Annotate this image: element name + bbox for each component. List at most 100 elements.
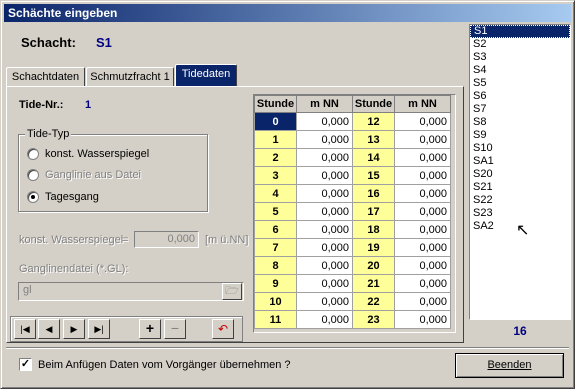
value-cell[interactable]: 0,000 [296, 274, 353, 293]
value-cell[interactable]: 0,000 [394, 148, 451, 167]
hour-cell[interactable]: 7 [254, 238, 297, 257]
value-cell[interactable]: 0,000 [296, 184, 353, 203]
hour-cell[interactable]: 18 [352, 220, 395, 239]
next-record-icon[interactable]: ▶ [63, 319, 85, 339]
hour-cell[interactable]: 5 [254, 202, 297, 221]
last-record-icon[interactable]: ▶| [88, 319, 110, 339]
hour-cell[interactable]: 23 [352, 310, 395, 329]
tab-schachtdaten[interactable]: Schachtdaten [6, 67, 85, 87]
tide-nr-label: Tide-Nr.: [19, 99, 64, 111]
hour-cell[interactable]: 20 [352, 256, 395, 275]
copy-previous-label: Beim Anfügen Daten vom Vorgänger überneh… [38, 359, 291, 371]
hour-cell[interactable]: 1 [254, 130, 297, 149]
radio-button-checked-icon [27, 191, 39, 204]
table-row: 9 0,000 21 0,000 [254, 274, 451, 293]
list-item[interactable]: S20 [470, 168, 570, 181]
list-item[interactable]: S7 [470, 103, 570, 116]
value-cell[interactable]: 0,000 [296, 130, 353, 149]
list-item[interactable]: S1 [470, 25, 570, 38]
hour-cell[interactable]: 13 [352, 130, 395, 149]
value-cell[interactable]: 0,000 [394, 130, 451, 149]
value-cell[interactable]: 0,000 [296, 256, 353, 275]
value-cell[interactable]: 0,000 [394, 184, 451, 203]
value-cell[interactable]: 0,000 [394, 274, 451, 293]
table-row: 7 0,000 19 0,000 [254, 238, 451, 257]
hour-cell[interactable]: 0 [254, 112, 297, 131]
copy-previous-checkbox[interactable]: ✓ [19, 358, 32, 371]
hour-cell[interactable]: 11 [254, 310, 297, 329]
first-record-icon[interactable]: |◀ [14, 319, 36, 339]
list-item[interactable]: S5 [470, 77, 570, 90]
add-icon[interactable]: + [139, 319, 161, 339]
value-cell[interactable]: 0,000 [296, 238, 353, 257]
radio-label: Ganglinie aus Datei [45, 169, 142, 181]
ganglinendatei-input[interactable]: gl [18, 282, 244, 301]
list-item[interactable]: S4 [470, 64, 570, 77]
hour-cell[interactable]: 17 [352, 202, 395, 221]
mouse-pointer-icon: ↖ [516, 222, 530, 239]
value-cell[interactable]: 0,000 [394, 112, 451, 131]
tide-grid: Stunde m NN Stunde m NN 0 0,000 12 0,000 1 0,… [254, 95, 451, 329]
value-cell[interactable]: 0,000 [296, 292, 353, 311]
radio-konst-wasserspiegel[interactable]: konst. Wasserspiegel [27, 148, 149, 162]
konst-equals: = [122, 234, 129, 246]
hour-cell[interactable]: 6 [254, 220, 297, 239]
undo-icon[interactable]: ↶ [212, 319, 234, 339]
hour-cell[interactable]: 9 [254, 274, 297, 293]
hour-cell[interactable]: 8 [254, 256, 297, 275]
list-item[interactable]: S22 [470, 194, 570, 207]
konst-wasserspiegel-input[interactable]: 0,000 [134, 231, 199, 248]
value-cell[interactable]: 0,000 [296, 148, 353, 167]
hour-cell[interactable]: 22 [352, 292, 395, 311]
prev-record-icon[interactable]: ◀ [38, 319, 60, 339]
value-cell[interactable]: 0,000 [394, 220, 451, 239]
list-item[interactable]: S6 [470, 90, 570, 103]
value-cell[interactable]: 0,000 [394, 256, 451, 275]
value-cell[interactable]: 0,000 [394, 292, 451, 311]
tab-schmutzfracht[interactable]: Schmutzfracht 1 [86, 67, 174, 87]
radio-ganglinie-datei[interactable]: Ganglinie aus Datei [27, 169, 141, 183]
list-item[interactable]: S3 [470, 51, 570, 64]
hour-cell[interactable]: 15 [352, 166, 395, 185]
hour-cell[interactable]: 19 [352, 238, 395, 257]
value-cell[interactable]: 0,000 [394, 166, 451, 185]
hour-cell[interactable]: 2 [254, 148, 297, 167]
list-item[interactable]: S9 [470, 129, 570, 142]
value-cell[interactable]: 0,000 [296, 220, 353, 239]
tide-type-title: Tide-Typ [25, 128, 72, 140]
list-item[interactable]: SA1 [470, 155, 570, 168]
list-item[interactable]: S8 [470, 116, 570, 129]
value-cell[interactable]: 0,000 [394, 310, 451, 329]
hour-cell[interactable]: 12 [352, 112, 395, 131]
hour-cell[interactable]: 16 [352, 184, 395, 203]
value-cell[interactable]: 0,000 [296, 112, 353, 131]
folder-open-icon[interactable]: 🗁 [222, 283, 242, 300]
hour-cell[interactable]: 21 [352, 274, 395, 293]
tab-tidedaten[interactable]: Tidedaten [175, 64, 237, 87]
hour-cell[interactable]: 3 [254, 166, 297, 185]
table-row: 8 0,000 20 0,000 [254, 256, 451, 275]
shaft-list[interactable]: S1 S2 S3 S4 S5 S6 S7 S8 S9 S10 SA1 S20 S21 S22 S23 SA2 [469, 24, 571, 320]
list-item[interactable]: S10 [470, 142, 570, 155]
radio-tagesgang[interactable]: Tagesgang [27, 191, 99, 205]
list-item[interactable]: S23 [470, 207, 570, 220]
list-item[interactable]: S2 [470, 38, 570, 51]
value-cell[interactable]: 0,000 [296, 310, 353, 329]
value-cell[interactable]: 0,000 [296, 166, 353, 185]
close-button[interactable]: Beenden [455, 353, 564, 378]
remove-icon[interactable]: − [164, 319, 186, 339]
hour-cell[interactable]: 4 [254, 184, 297, 203]
value-cell[interactable]: 0,000 [296, 202, 353, 221]
hour-cell[interactable]: 10 [254, 292, 297, 311]
hour-cell[interactable]: 14 [352, 148, 395, 167]
konst-wasserspiegel-label: konst. Wasserspiegel [19, 234, 124, 246]
table-row: 6 0,000 18 0,000 [254, 220, 451, 239]
list-item[interactable]: S21 [470, 181, 570, 194]
value-cell[interactable]: 0,000 [394, 202, 451, 221]
schacht-label: Schacht: [21, 35, 76, 50]
value-cell[interactable]: 0,000 [394, 238, 451, 257]
radio-label: Tagesgang [45, 191, 99, 203]
schacht-value: S1 [96, 35, 112, 50]
radio-button-icon [27, 148, 39, 161]
dialog-window: Schächte eingeben Schacht: S1 Schachtdat… [0, 0, 575, 389]
